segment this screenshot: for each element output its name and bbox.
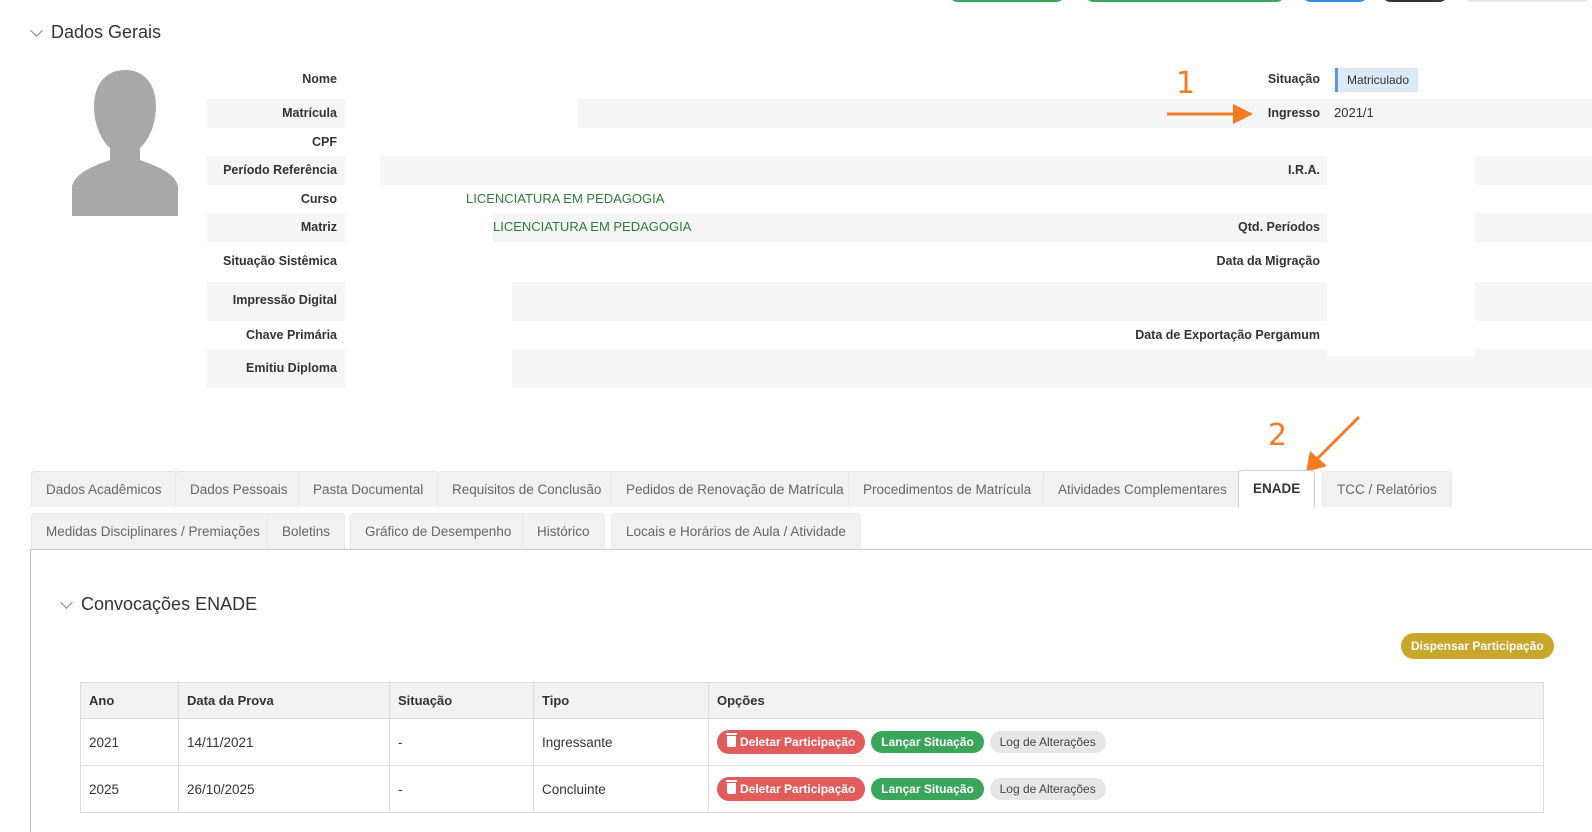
value-curso: LICENCIATURA EM PEDAGOGIA (466, 191, 665, 206)
cell-situacao: - (389, 765, 534, 813)
tab-grafico-desempenho[interactable]: Gráfico de Desempenho (350, 513, 527, 549)
avatar (72, 70, 178, 216)
value-matriz: LICENCIATURA EM PEDAGOGIA (493, 219, 692, 234)
deletar-participacao-button[interactable]: Deletar Participação (717, 730, 866, 754)
cell-opcoes: Deletar Participação Lançar Situação Log… (708, 718, 1544, 766)
redacted-impressao (345, 282, 512, 321)
dispensar-participacao-button[interactable]: Dispensar Participação (1401, 633, 1554, 659)
col-ano: Ano (80, 682, 179, 719)
label-matricula: Matrícula (282, 106, 337, 120)
cell-tipo: Ingressante (533, 718, 709, 766)
redacted-matricula (345, 99, 578, 128)
annotation-1: 1 (1176, 66, 1196, 101)
tab-atividades-complementares[interactable]: Atividades Complementares (1043, 471, 1242, 507)
top-button-3[interactable] (1301, 0, 1369, 2)
trash-icon (726, 780, 737, 794)
redacted-matriz (345, 213, 493, 242)
section-convocacoes-enade[interactable]: Convocações ENADE (60, 594, 258, 615)
tab-pedidos-renovacao[interactable]: Pedidos de Renovação de Matrícula (611, 471, 859, 507)
tab-procedimentos-matricula[interactable]: Procedimentos de Matrícula (848, 471, 1047, 507)
tab-dados-pessoais[interactable]: Dados Pessoais (175, 471, 303, 507)
lancar-situacao-button[interactable]: Lançar Situação (871, 778, 984, 800)
tab-historico[interactable]: Histórico (522, 513, 605, 549)
cell-data: 14/11/2021 (178, 718, 390, 766)
page: Dados Gerais Nome Matrícula CPF Período … (0, 0, 1592, 832)
label-emitiu: Emitiu Diploma (246, 361, 337, 375)
label-matriz: Matriz (300, 220, 337, 234)
annotation-arrow-2 (1306, 415, 1361, 472)
label-situacao-sistemica: Situação Sistêmica (223, 254, 337, 268)
annotation-arrow-1 (1167, 104, 1253, 124)
status-badge: Matriculado (1335, 68, 1419, 92)
col-data-prova: Data da Prova (178, 682, 390, 719)
cell-ano: 2021 (80, 718, 179, 766)
cell-data: 26/10/2025 (178, 765, 390, 813)
cell-opcoes: Deletar Participação Lançar Situação Log… (708, 765, 1544, 813)
tab-medidas-disciplinares[interactable]: Medidas Disciplinares / Premiações (31, 513, 275, 549)
label-ira: I.R.A. (1288, 163, 1320, 177)
log-alteracoes-button[interactable]: Log de Alterações (989, 778, 1106, 800)
top-button-1[interactable] (948, 0, 1066, 2)
chevron-down-icon (30, 23, 43, 37)
tab-enade[interactable]: ENADE (1238, 470, 1316, 508)
col-tipo: Tipo (533, 682, 709, 719)
tab-dados-academicos[interactable]: Dados Acadêmicos (31, 471, 177, 507)
table-row: 2021 14/11/2021 - Ingressante Deletar Pa… (80, 718, 1544, 766)
label-nome: Nome (302, 72, 337, 86)
top-button-4[interactable] (1381, 0, 1449, 2)
redacted-right-col (1327, 156, 1475, 356)
tab-locais-horarios[interactable]: Locais e Horários de Aula / Atividade (611, 513, 861, 549)
label-data-migracao: Data da Migração (1216, 254, 1320, 268)
label-qtd-periodos: Qtd. Períodos (1238, 220, 1320, 234)
label-situacao: Situação (1267, 72, 1320, 86)
col-situacao: Situação (389, 682, 534, 719)
col-opcoes: Opções (708, 682, 1544, 719)
trash-icon (726, 733, 737, 747)
redacted-periodo (345, 156, 380, 185)
label-impressao: Impressão Digital (232, 293, 337, 307)
label-chave: Chave Primária (245, 328, 337, 342)
lancar-situacao-button[interactable]: Lançar Situação (871, 731, 984, 753)
table-row: 2025 26/10/2025 - Concluinte Deletar Par… (80, 765, 1544, 813)
tab-boletins[interactable]: Boletins (267, 513, 346, 549)
table-header-row: Ano Data da Prova Situação Tipo Opções (80, 682, 1544, 719)
tab-pasta-documental[interactable]: Pasta Documental (298, 471, 439, 507)
enade-title: Convocações ENADE (81, 594, 258, 614)
redacted-emitiu (345, 349, 512, 388)
chevron-down-icon (60, 595, 73, 609)
top-button-2[interactable] (1084, 0, 1286, 2)
value-ingresso: 2021/1 (1334, 105, 1374, 120)
cell-ano: 2025 (80, 765, 179, 813)
label-periodo: Período Referência (223, 163, 337, 177)
log-alteracoes-button[interactable]: Log de Alterações (989, 731, 1106, 753)
cell-tipo: Concluinte (533, 765, 709, 813)
top-button-5[interactable] (1462, 0, 1592, 2)
section-dados-gerais[interactable]: Dados Gerais (30, 22, 162, 43)
cell-situacao: - (389, 718, 534, 766)
deletar-label: Deletar Participação (740, 735, 856, 749)
label-curso: Curso (300, 192, 337, 206)
enade-table: Ano Data da Prova Situação Tipo Opções 2… (80, 682, 1544, 813)
label-data-exportacao: Data de Exportação Pergamum (1135, 328, 1320, 342)
tab-tcc-relatorios[interactable]: TCC / Relatórios (1322, 471, 1452, 507)
section-title: Dados Gerais (51, 22, 162, 42)
annotation-2: 2 (1268, 418, 1288, 453)
deletar-label: Deletar Participação (740, 782, 856, 796)
deletar-participacao-button[interactable]: Deletar Participação (717, 777, 866, 801)
tab-requisitos-conclusao[interactable]: Requisitos de Conclusão (437, 471, 617, 507)
label-cpf: CPF (312, 135, 337, 149)
